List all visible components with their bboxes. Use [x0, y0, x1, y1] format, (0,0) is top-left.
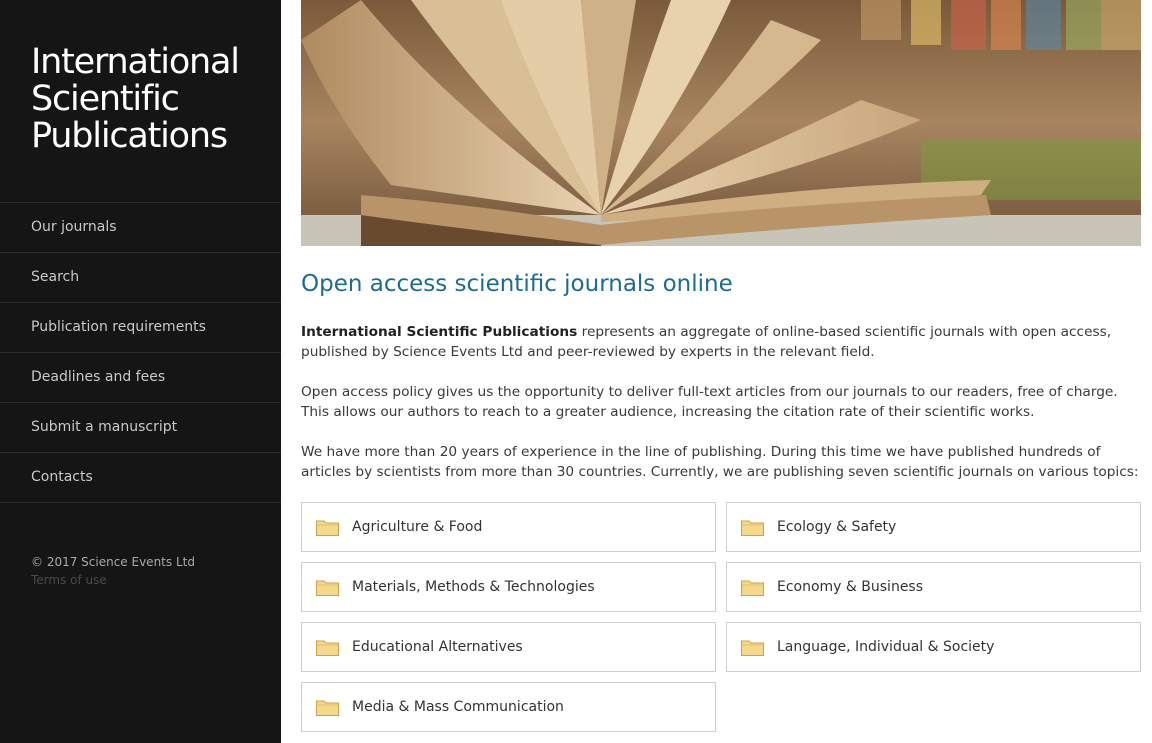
sidebar: International Scientific Publications Ou…	[0, 0, 281, 743]
folder-icon	[316, 700, 339, 716]
nav-item: Publication requirements	[0, 303, 281, 353]
journal-card-economy-business[interactable]: Economy & Business	[726, 562, 1141, 612]
experience-paragraph: We have more than 20 years of experience…	[301, 444, 1139, 480]
nav-contacts[interactable]: Contacts	[0, 453, 281, 502]
nav-item: Deadlines and fees	[0, 353, 281, 403]
nav-search[interactable]: Search	[0, 253, 281, 302]
nav-deadlines-and-fees[interactable]: Deadlines and fees	[0, 353, 281, 402]
journal-title: Language, Individual & Society	[777, 639, 995, 655]
journal-title: Economy & Business	[777, 579, 924, 595]
folder-icon	[316, 640, 339, 656]
brand-line-1: International	[31, 42, 240, 82]
copyright-text: © 2017 Science Events Ltd	[31, 555, 195, 569]
folder-icon	[316, 520, 339, 536]
folder-icon	[741, 640, 764, 656]
site-logo[interactable]: International Scientific Publications	[31, 44, 271, 155]
nav-submit-manuscript[interactable]: Submit a manuscript	[0, 403, 281, 452]
open-access-paragraph: Open access policy gives us the opportun…	[301, 384, 1118, 420]
hero-banner-image	[301, 0, 1141, 246]
journal-title: Materials, Methods & Technologies	[352, 579, 595, 595]
journal-card-ecology-safety[interactable]: Ecology & Safety	[726, 502, 1141, 552]
journal-card-language-individual-society[interactable]: Language, Individual & Society	[726, 622, 1141, 672]
journal-title: Agriculture & Food	[352, 519, 483, 535]
journal-card-media-mass-communication[interactable]: Media & Mass Communication	[301, 682, 716, 732]
page-title: Open access scientific journals online	[301, 271, 733, 297]
journal-card-agriculture-food[interactable]: Agriculture & Food	[301, 502, 716, 552]
terms-of-use-link[interactable]: Terms of use	[31, 571, 107, 589]
folder-icon	[741, 520, 764, 536]
brand-line-3: Publications	[31, 116, 228, 156]
journal-card-materials-methods-technologies[interactable]: Materials, Methods & Technologies	[301, 562, 716, 612]
main-nav: Our journals Search Publication requirem…	[0, 202, 281, 503]
nav-item: Our journals	[0, 203, 281, 253]
nav-item: Contacts	[0, 453, 281, 503]
brand-line-2: Scientific	[31, 79, 180, 119]
folder-icon	[316, 580, 339, 596]
journal-title: Media & Mass Communication	[352, 699, 564, 715]
nav-publication-requirements[interactable]: Publication requirements	[0, 303, 281, 352]
nav-item: Search	[0, 253, 281, 303]
intro-paragraph: International Scientific Publications re…	[301, 322, 1141, 362]
folder-icon	[741, 580, 764, 596]
intro-brand-name: International Scientific Publications	[301, 324, 578, 340]
nav-item: Submit a manuscript	[0, 403, 281, 453]
nav-our-journals[interactable]: Our journals	[0, 203, 281, 252]
journal-title: Ecology & Safety	[777, 519, 897, 535]
journal-title: Educational Alternatives	[352, 639, 523, 655]
journal-card-educational-alternatives[interactable]: Educational Alternatives	[301, 622, 716, 672]
